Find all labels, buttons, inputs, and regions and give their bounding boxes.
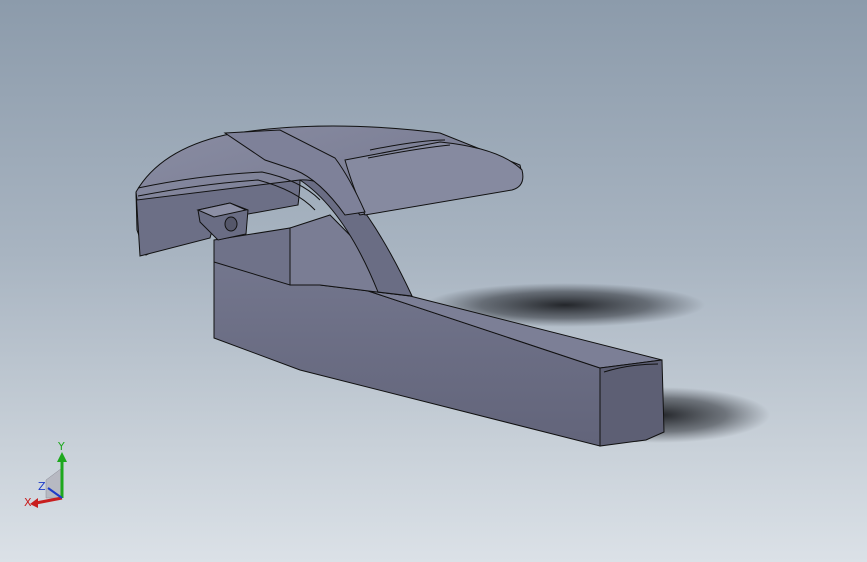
model-view[interactable] (0, 0, 867, 562)
axis-triad: Y Z X (24, 440, 67, 509)
y-axis-arrow (57, 452, 67, 462)
y-axis-label: Y (57, 440, 65, 453)
x-axis-line (35, 496, 63, 505)
handle-end-cap[interactable] (599, 359, 665, 447)
lug-hole[interactable] (224, 216, 238, 232)
x-axis-label: X (24, 496, 32, 509)
graphics-viewport[interactable]: Y Z X (0, 0, 867, 562)
z-axis-label: Z (38, 480, 46, 493)
